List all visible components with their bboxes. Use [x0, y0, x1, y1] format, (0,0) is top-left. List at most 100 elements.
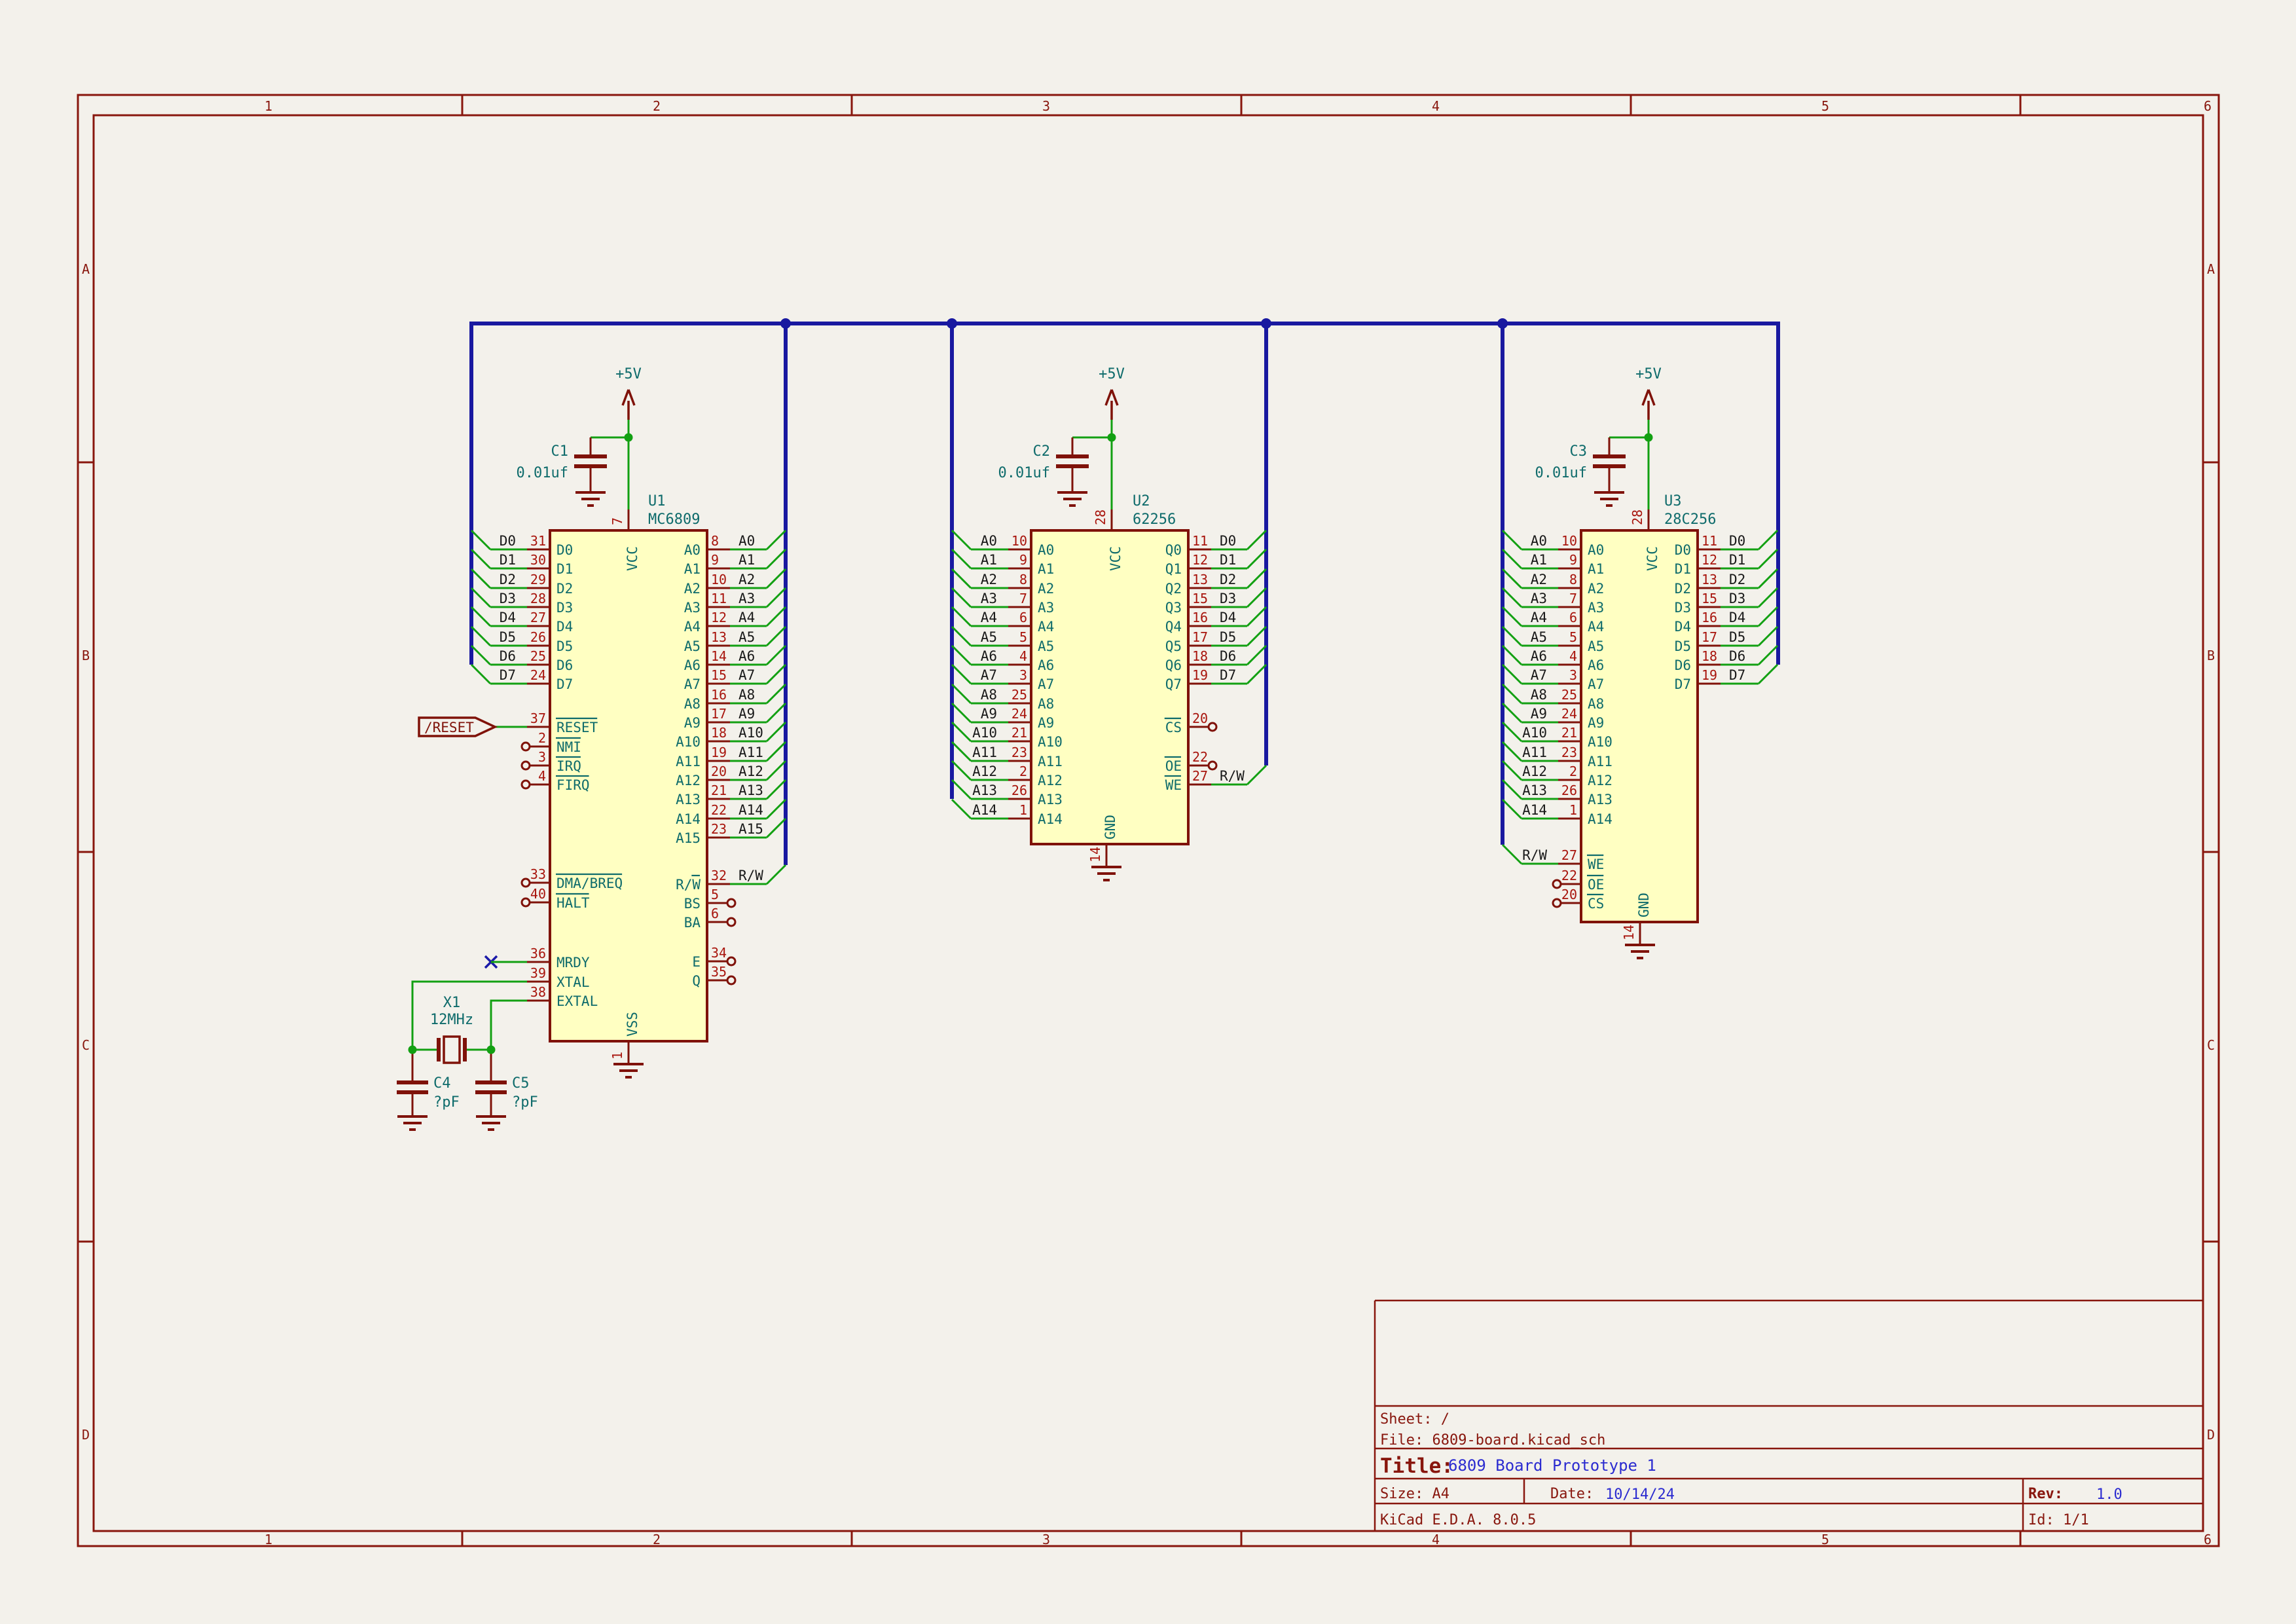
- pin-name: D2: [1675, 581, 1691, 597]
- pin-number: 5: [1019, 629, 1027, 645]
- net-label: A3: [1531, 591, 1547, 606]
- pin-name: A8: [1038, 696, 1054, 712]
- pin-name: D0: [556, 542, 573, 558]
- c3-value: 0.01uf: [1535, 465, 1587, 481]
- c5-ref: C5: [512, 1075, 530, 1092]
- pin-number: 7: [610, 517, 625, 525]
- pin-name: WE: [1165, 777, 1182, 793]
- net-label: A15: [738, 821, 763, 837]
- rev-label: Rev:: [2028, 1486, 2063, 1502]
- pin-number: 14: [711, 648, 727, 664]
- pin-name: D6: [556, 657, 573, 673]
- pin-name: A4: [684, 619, 701, 635]
- pin-number: 21: [1561, 725, 1577, 741]
- net-label: A11: [738, 745, 763, 760]
- date-label: Date:: [1550, 1486, 1594, 1502]
- net-label: D5: [500, 629, 516, 645]
- pin-name: A5: [684, 638, 701, 654]
- pin-name: A4: [1588, 619, 1604, 635]
- pin-number: 17: [1192, 629, 1208, 645]
- frame-row-label: A: [82, 261, 90, 277]
- pin-name: D7: [556, 676, 573, 692]
- pin-number: 11: [1702, 533, 1717, 549]
- pin-number: 40: [530, 886, 546, 902]
- bus-junction-dot: [947, 318, 957, 329]
- pin-name: HALT: [556, 895, 590, 911]
- pin-name: Q: [692, 973, 701, 989]
- net-label: D4: [500, 610, 516, 625]
- net-label: A0: [981, 533, 997, 549]
- pin-name: Q4: [1165, 619, 1182, 635]
- pin-number: 12: [711, 610, 727, 625]
- net-label: A3: [981, 591, 997, 606]
- junction-dot: [409, 1046, 417, 1054]
- pin-number: 8: [711, 533, 719, 549]
- pin-number: 26: [530, 629, 546, 645]
- net-label: D4: [1729, 610, 1745, 625]
- net-label: D1: [1729, 552, 1745, 568]
- pin-number: 9: [1569, 552, 1577, 568]
- net-label: A8: [981, 687, 997, 703]
- pin-number: 16: [1702, 610, 1717, 625]
- pin-number: 1: [1569, 802, 1577, 818]
- pin-number: 1: [610, 1052, 625, 1060]
- net-label: D5: [1220, 629, 1236, 645]
- pin-number: 14: [1087, 847, 1103, 862]
- pin-name: OE: [1588, 877, 1604, 893]
- pin-number: 33: [530, 866, 546, 882]
- net-label: A9: [1531, 706, 1547, 722]
- pin-number: 24: [530, 667, 546, 683]
- sheet-id-field: Id: 1/1: [2028, 1512, 2089, 1528]
- pin-number: 6: [1569, 610, 1577, 625]
- frame-column-label: 5: [1821, 1532, 1829, 1547]
- pin-number: 19: [1702, 667, 1717, 683]
- net-label: A14: [972, 802, 997, 818]
- pin-number: 10: [1561, 533, 1577, 549]
- pin-number: 28: [1093, 509, 1108, 525]
- pin-name: NMI: [556, 739, 581, 755]
- generator-field: KiCad E.D.A. 8.0.5: [1380, 1512, 1536, 1528]
- pin-number: 20: [1561, 887, 1577, 902]
- c4-value: ?pF: [433, 1094, 460, 1111]
- frame-column-label: 3: [1042, 1532, 1050, 1547]
- net-label: D2: [1729, 572, 1745, 587]
- pin-number: 8: [1019, 572, 1027, 587]
- pin-number: 19: [711, 745, 727, 760]
- net-label: A14: [1522, 802, 1547, 818]
- size-field: Size: A4: [1380, 1486, 1449, 1502]
- pin-name: A6: [1038, 657, 1054, 673]
- net-label: D3: [1729, 591, 1745, 606]
- pin-name: A7: [1588, 676, 1604, 692]
- bus-junction-dot: [1497, 318, 1508, 329]
- pin-number: 27: [1561, 847, 1577, 863]
- net-label: D6: [500, 648, 516, 664]
- pin-name: Q7: [1165, 676, 1182, 692]
- pin-name: A11: [676, 754, 701, 769]
- pin-number: 10: [711, 572, 727, 587]
- pin-number: 17: [1702, 629, 1717, 645]
- c3-ref: C3: [1570, 443, 1588, 460]
- pin-number: 9: [711, 552, 719, 568]
- pin-name: A12: [1588, 773, 1613, 788]
- pin-number: 13: [1702, 572, 1717, 587]
- schematic-sheet: 112233445566AABBCCDD Sheet: / File: 6809…: [0, 0, 2296, 1624]
- frame-column-label: 2: [653, 98, 661, 114]
- pin-name: VSS: [625, 1012, 640, 1037]
- pin-number: 4: [538, 768, 546, 784]
- pin-number: 28: [1630, 509, 1645, 525]
- c2-value: 0.01uf: [998, 465, 1050, 481]
- pin-name: E: [692, 954, 701, 970]
- frame-column-label: 6: [2204, 1532, 2212, 1547]
- c5-value: ?pF: [512, 1094, 538, 1111]
- pin-number: 11: [1192, 533, 1208, 549]
- pin-number: 15: [711, 667, 727, 683]
- net-label: A7: [738, 667, 755, 683]
- net-label: A2: [738, 572, 755, 587]
- pin-name: A7: [1038, 676, 1054, 692]
- net-label: A2: [981, 572, 997, 587]
- u1-value: MC6809: [648, 511, 700, 528]
- net-label: A10: [972, 725, 997, 741]
- pin-number: 27: [1192, 768, 1208, 784]
- pin-name: A9: [1588, 715, 1604, 731]
- pin-number: 21: [1011, 725, 1027, 741]
